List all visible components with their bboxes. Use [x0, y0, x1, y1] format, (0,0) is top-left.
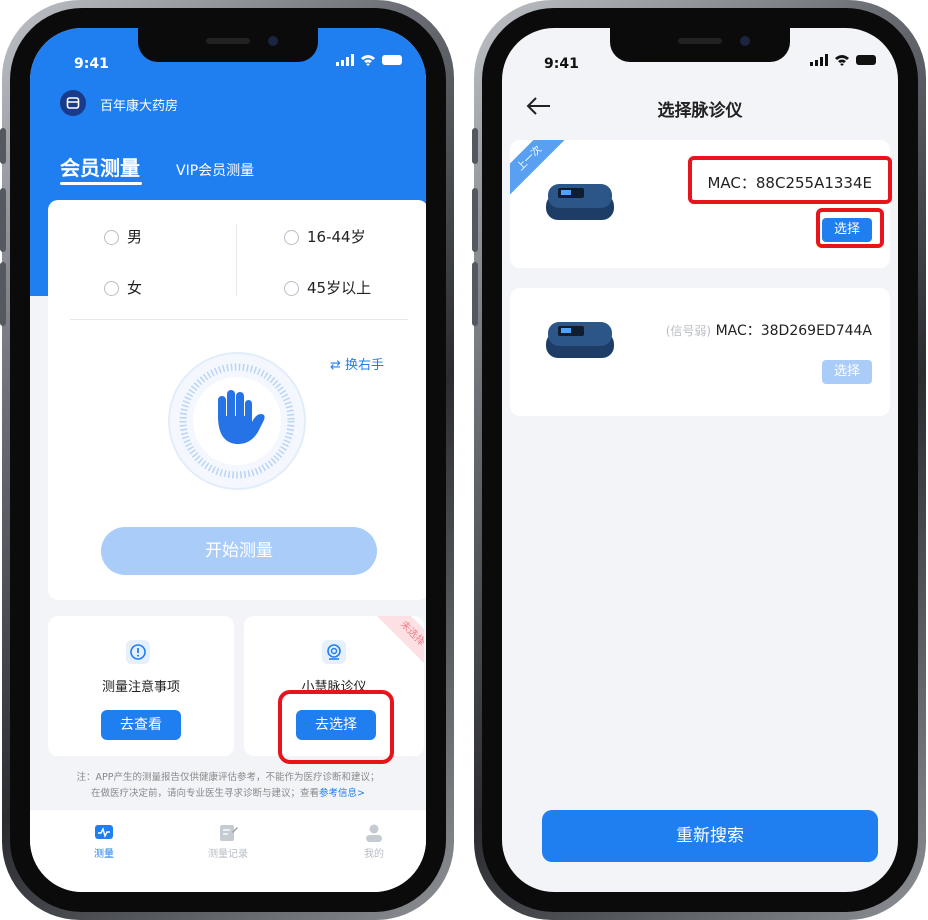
- radio-female[interactable]: 女: [104, 277, 142, 298]
- radio-button-icon: [284, 281, 299, 296]
- signal-icon: [810, 54, 828, 66]
- phone-frame-right: 9:41 选择脉诊仪 上一次 MAC：88C255A1334E 选择 (信号弱)…: [472, 0, 926, 920]
- status-icons: [336, 54, 402, 66]
- select-button-disabled[interactable]: 选择: [822, 360, 872, 384]
- tab-records[interactable]: 测量记录: [198, 824, 258, 860]
- status-icons: [810, 54, 876, 66]
- radio-age-45-plus-label: 45岁以上: [307, 279, 372, 297]
- battery-icon: [856, 55, 876, 65]
- pulse-chart-icon: [95, 825, 113, 839]
- record-icon: [220, 825, 238, 841]
- status-time: 9:41: [544, 56, 579, 72]
- info-icon: [126, 640, 150, 664]
- vertical-divider: [236, 224, 237, 296]
- highlight-mac-address: [688, 156, 892, 204]
- tab-vip-measure[interactable]: VIP会员测量: [176, 160, 254, 180]
- tab-mine-label: 我的: [364, 849, 384, 860]
- start-measure-button[interactable]: 开始测量: [101, 527, 377, 575]
- notch: [138, 28, 318, 62]
- horizontal-divider: [70, 319, 408, 320]
- radio-button-icon: [104, 281, 119, 296]
- highlight-select-button: [816, 208, 884, 248]
- view-notice-button[interactable]: 去查看: [101, 710, 181, 740]
- notice-card: 测量注意事项 去查看: [48, 616, 234, 756]
- phone-frame-left: 9:41 百年康大药房 会员测量 VIP会员测量 男 女 16-44岁 45岁以…: [0, 0, 454, 920]
- active-tab-indicator: [60, 182, 142, 185]
- notice-title: 测量注意事项: [101, 680, 180, 695]
- disclaimer-line-1: 注：APP产生的测量报告仅供健康评估参考，不能作为医疗诊断和建议；: [76, 772, 380, 783]
- page-title: 选择脉诊仪: [657, 101, 743, 121]
- radio-age-16-44-label: 16-44岁: [307, 228, 366, 246]
- volume-up-button: [472, 188, 478, 252]
- disclaimer: 注：APP产生的测量报告仅供健康评估参考，不能作为医疗诊断和建议； 在做医疗决定…: [30, 770, 426, 802]
- wifi-icon: [835, 55, 849, 66]
- volume-down-button: [0, 262, 6, 326]
- switch-hand-label: 换右手: [345, 358, 385, 373]
- measure-card: 男 女 16-44岁 45岁以上 ⇄ 换右手 开始测量: [48, 200, 426, 600]
- disclaimer-line-2: 在做医疗决定前，请向专业医生寻求诊断与建议；查看: [91, 788, 320, 799]
- oximeter-image: [546, 322, 614, 358]
- radio-button-icon: [284, 230, 299, 245]
- research-button[interactable]: 重新搜索: [542, 810, 878, 862]
- status-time: 9:41: [74, 56, 109, 72]
- mute-switch: [472, 128, 478, 164]
- store-name: 百年康大药房: [100, 99, 179, 114]
- radio-male[interactable]: 男: [104, 226, 142, 247]
- store-icon: [60, 90, 86, 116]
- tab-mine[interactable]: 我的: [344, 824, 404, 860]
- wifi-icon: [361, 55, 375, 66]
- bottom-tab-bar: 测量 测量记录 我的: [30, 810, 426, 892]
- tab-measure[interactable]: 测量: [74, 824, 134, 860]
- palm-scan-area[interactable]: [166, 350, 308, 492]
- notch: [610, 28, 790, 62]
- tab-records-label: 测量记录: [208, 849, 248, 860]
- oximeter-image: [546, 184, 614, 220]
- radio-female-label: 女: [127, 279, 143, 297]
- tab-measure-label: 测量: [94, 849, 114, 860]
- tab-member-measure[interactable]: 会员测量: [60, 152, 140, 181]
- swap-icon: ⇄: [330, 358, 341, 373]
- user-icon: [366, 824, 382, 842]
- radio-age-16-44[interactable]: 16-44岁: [284, 226, 366, 247]
- reference-info-link[interactable]: 参考信息>: [319, 788, 365, 799]
- device-mac-row: (信号弱) MAC：38D269ED744A: [666, 320, 872, 340]
- pulse-device-icon: [322, 640, 346, 664]
- battery-icon: [382, 55, 402, 65]
- not-selected-ribbon: 未选择: [368, 616, 424, 678]
- mute-switch: [0, 128, 6, 164]
- volume-up-button: [0, 188, 6, 252]
- weak-signal-label: (信号弱): [665, 324, 712, 338]
- highlight-select-button: [278, 690, 394, 764]
- signal-icon: [336, 54, 354, 66]
- radio-button-icon: [104, 230, 119, 245]
- radio-male-label: 男: [127, 228, 143, 246]
- radio-age-45-plus[interactable]: 45岁以上: [284, 277, 371, 298]
- volume-down-button: [472, 262, 478, 326]
- device-mac: MAC：38D269ED744A: [715, 323, 872, 339]
- device-item[interactable]: (信号弱) MAC：38D269ED744A 选择: [510, 288, 890, 416]
- switch-hand-button[interactable]: ⇄ 换右手: [330, 354, 384, 373]
